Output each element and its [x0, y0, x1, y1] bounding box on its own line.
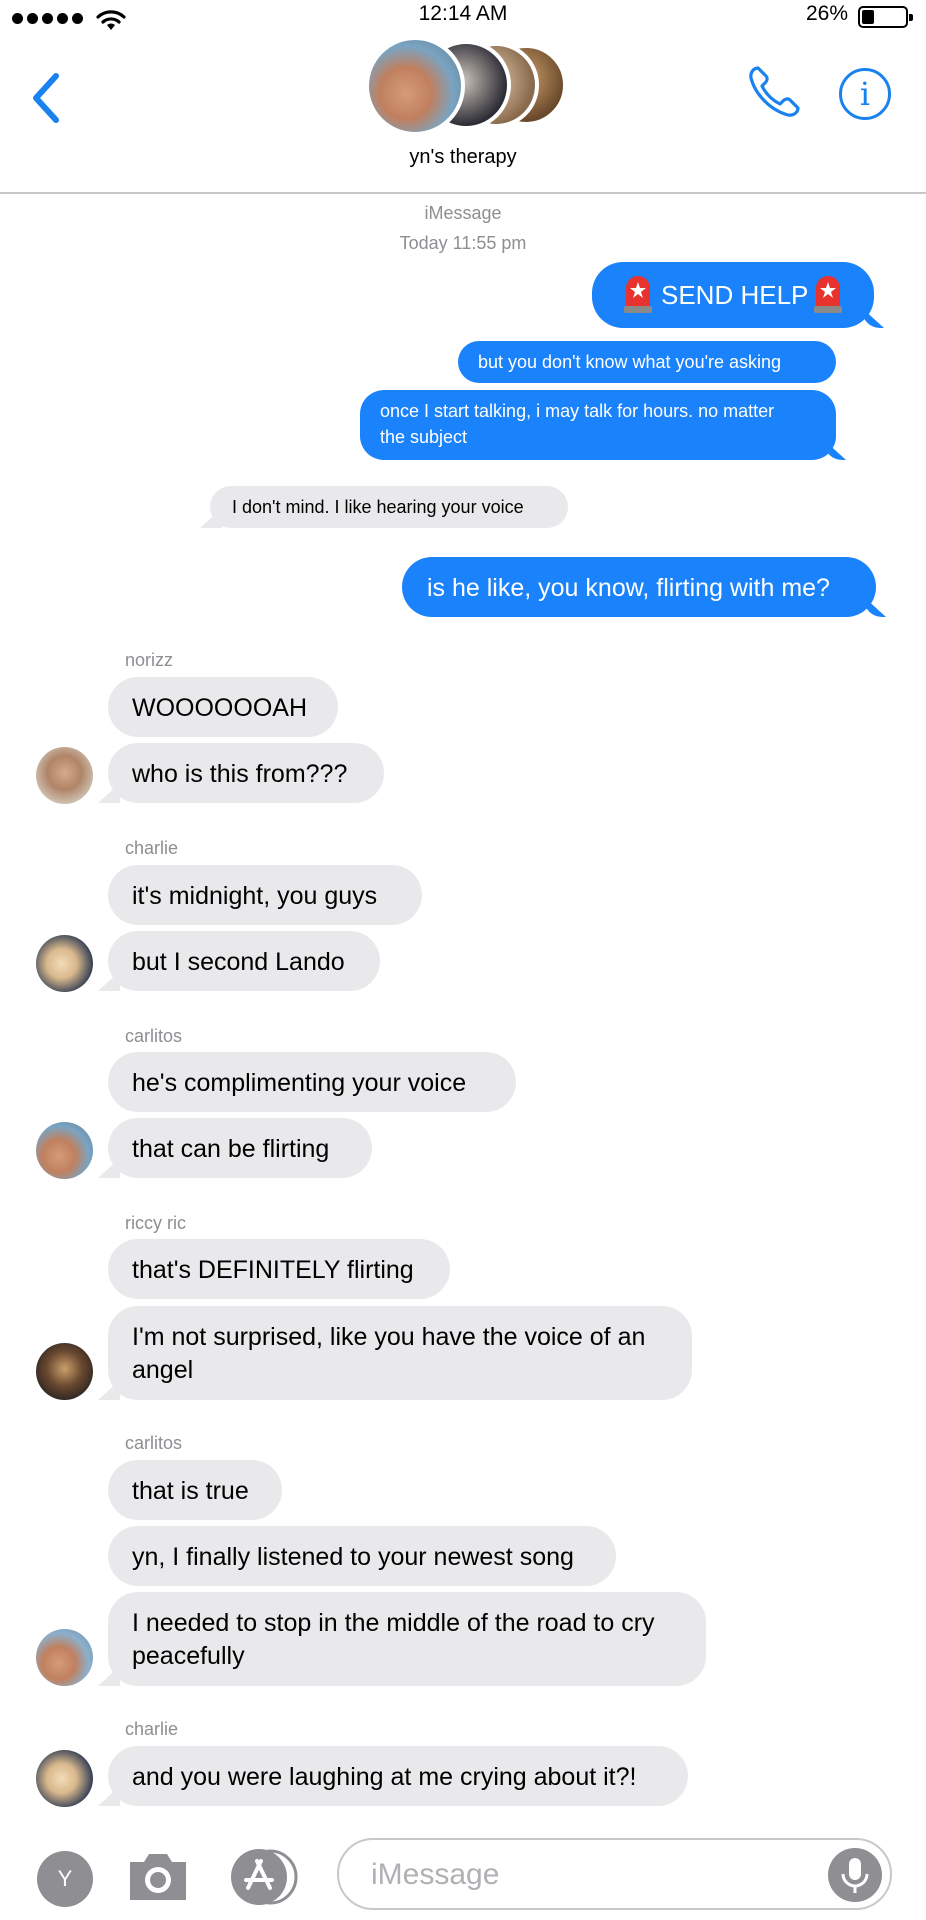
status-time: 12:14 AM	[418, 2, 508, 25]
message-input[interactable]: iMessage	[337, 1838, 892, 1910]
avatar[interactable]	[36, 1629, 93, 1686]
message-text: is he like, you know, flirting with me?	[427, 574, 830, 602]
incoming-message[interactable]: yn, I finally listened to your newest so…	[108, 1526, 616, 1586]
service-label: iMessage	[424, 203, 502, 223]
battery-icon	[858, 6, 913, 28]
incoming-message[interactable]: who is this from???	[108, 743, 384, 803]
quoted-message[interactable]: I don't mind. I like hearing your voice	[210, 486, 568, 528]
sender-name: riccy ric	[125, 1213, 186, 1233]
incoming-message[interactable]: he's complimenting your voice	[108, 1052, 516, 1112]
group-name[interactable]: yn's therapy	[0, 146, 926, 169]
battery-percentage: 26%	[805, 2, 848, 25]
outgoing-message[interactable]: SEND HELP	[592, 262, 874, 328]
avatar[interactable]	[36, 935, 93, 992]
message-text: it's midnight, you guys	[132, 882, 378, 910]
message-text: who is this from???	[132, 760, 348, 788]
app-store-icon[interactable]	[230, 1848, 302, 1906]
message-text: that is true	[132, 1477, 249, 1505]
message-input-placeholder: iMessage	[371, 1858, 500, 1891]
group-avatar-1	[365, 36, 465, 136]
message-text: the subject	[380, 427, 468, 447]
info-icon[interactable]: i	[839, 68, 891, 120]
avatar[interactable]	[36, 1343, 93, 1400]
phone-icon[interactable]	[744, 62, 804, 122]
incoming-message[interactable]: that can be flirting	[108, 1118, 372, 1178]
siren-emoji-icon	[814, 276, 842, 313]
message-text: I'm not surprised, like you have the voi…	[132, 1323, 646, 1351]
message-text: he's complimenting your voice	[132, 1069, 467, 1097]
sender-name: charlie	[125, 1719, 179, 1739]
message-text: yn, I finally listened to your newest so…	[132, 1543, 574, 1571]
camera-icon[interactable]	[126, 1846, 190, 1906]
status-bar: 12:14 AM 26%	[0, 0, 926, 36]
message-text: and you were laughing at me crying about…	[132, 1763, 637, 1791]
outgoing-message[interactable]: but you don't know what you're asking	[458, 341, 836, 383]
message-text: angel	[132, 1356, 194, 1384]
timestamp: Today 11:55 pm	[399, 233, 527, 253]
avatar[interactable]	[36, 1750, 93, 1807]
incoming-message[interactable]: I needed to stop in the middle of the ro…	[108, 1592, 706, 1686]
message-text: I needed to stop in the middle of the ro…	[132, 1609, 655, 1637]
incoming-message[interactable]: that is true	[108, 1460, 282, 1520]
message-text: WOOOOOOAH	[132, 694, 307, 722]
group-avatars[interactable]	[365, 36, 567, 136]
incoming-message[interactable]: WOOOOOOAH	[108, 677, 338, 737]
sender-name: norizz	[125, 650, 174, 670]
message-text: but I second Lando	[132, 948, 345, 976]
message-text: SEND HELP	[661, 280, 809, 310]
user-avatar-button[interactable]: Y	[37, 1851, 93, 1907]
back-chevron-icon[interactable]	[26, 58, 70, 128]
incoming-message[interactable]: it's midnight, you guys	[108, 865, 422, 925]
message-input-bar: Y iMessage	[0, 1826, 926, 1920]
incoming-message[interactable]: and you were laughing at me crying about…	[108, 1746, 688, 1806]
avatar[interactable]	[36, 747, 93, 804]
message-text: but you don't know what you're asking	[478, 352, 782, 372]
outgoing-message[interactable]: once I start talking, i may talk for hou…	[360, 390, 836, 460]
sender-name: carlitos	[125, 1026, 183, 1046]
incoming-message[interactable]: that's DEFINITELY flirting	[108, 1239, 450, 1299]
message-text: peacefully	[132, 1642, 245, 1670]
sender-name: carlitos	[125, 1433, 183, 1453]
message-text: once I start talking, i may talk for hou…	[380, 401, 775, 421]
message-text: that can be flirting	[132, 1135, 330, 1163]
incoming-message[interactable]: but I second Lando	[108, 931, 380, 991]
incoming-message[interactable]: I'm not surprised, like you have the voi…	[108, 1306, 692, 1400]
microphone-icon[interactable]	[828, 1848, 882, 1902]
conversation-header: yn's therapy i	[0, 36, 926, 194]
avatar[interactable]	[36, 1122, 93, 1179]
sender-name: charlie	[125, 838, 179, 858]
message-text: that's DEFINITELY flirting	[132, 1256, 414, 1284]
message-text: I don't mind. I like hearing your voice	[232, 497, 524, 517]
outgoing-message[interactable]: is he like, you know, flirting with me?	[402, 557, 876, 617]
siren-emoji-icon	[624, 276, 652, 313]
